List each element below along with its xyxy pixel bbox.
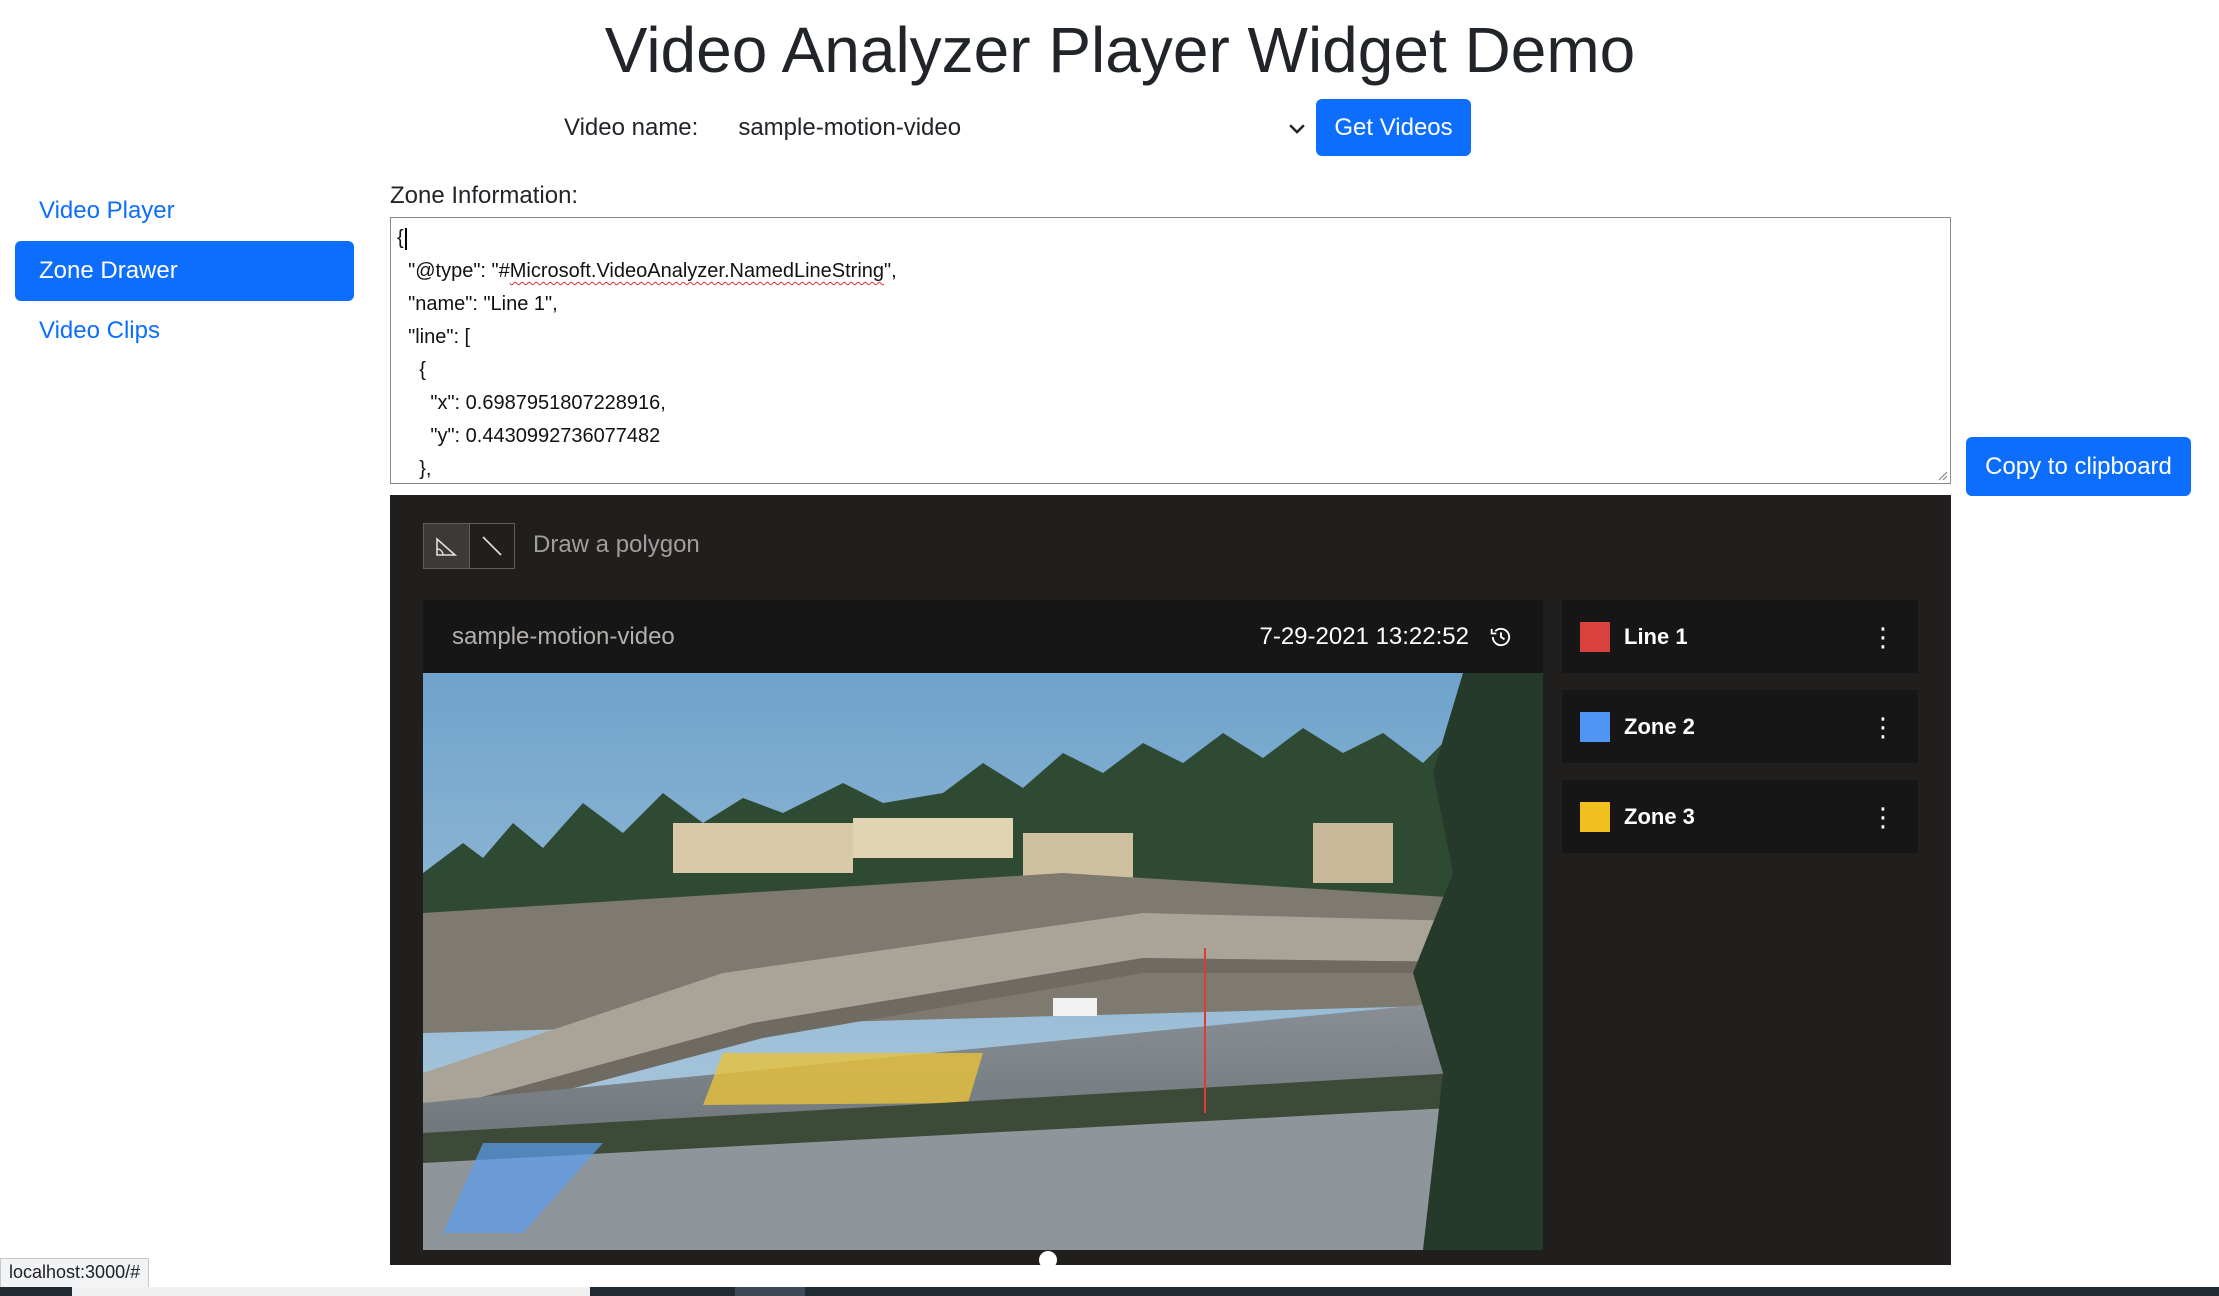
polygon-tool-icon — [436, 537, 458, 556]
player-timestamp-group: 7-29-2021 13:22:52 — [1259, 623, 1515, 651]
video-name-label: Video name: — [564, 113, 699, 141]
more-vertical-icon[interactable]: ⋮ — [1870, 714, 1896, 740]
taskbar-segment — [735, 1287, 805, 1296]
zone-information-label: Zone Information: — [390, 182, 579, 209]
more-vertical-icon[interactable]: ⋮ — [1870, 804, 1896, 830]
video-frame[interactable] — [423, 673, 1543, 1250]
player-header: sample-motion-video 7-29-2021 13:22:52 — [423, 600, 1543, 673]
zone-name: Line 1 — [1624, 623, 1688, 649]
line-tool-icon — [482, 536, 502, 556]
spellcheck-word: Microsoft.VideoAnalyzer.NamedLineString — [509, 260, 885, 282]
copy-to-clipboard-button[interactable]: Copy to clipboard — [1966, 437, 2191, 496]
zones-panel: Line 1 ⋮ Zone 2 ⋮ Zone 3 ⋮ — [1562, 600, 1918, 870]
json-line: { — [397, 359, 426, 381]
draw-hint-text: Draw a polygon — [533, 531, 700, 558]
json-line: "y": 0.4430992736077482 — [397, 425, 661, 447]
more-vertical-icon[interactable]: ⋮ — [1870, 624, 1896, 650]
zone-drawer-widget: Draw a polygon sample-motion-video 7-29-… — [390, 495, 1951, 1265]
nav-item-video-player[interactable]: Video Player — [15, 181, 354, 241]
json-line: }, — [397, 458, 432, 480]
json-line: { — [397, 222, 1944, 255]
taskbar-segment — [72, 1287, 590, 1296]
json-line: "@type": "#Microsoft.VideoAnalyzer.Named… — [397, 260, 897, 282]
video-name-selected-value: sample-motion-video — [738, 113, 962, 141]
zone-name: Zone 2 — [1624, 713, 1695, 739]
resize-grip-icon[interactable] — [1934, 467, 1948, 481]
video-name-select[interactable]: sample-motion-video — [738, 99, 1316, 156]
json-line: "line": [ — [397, 326, 471, 348]
chevron-down-icon — [1289, 123, 1306, 134]
json-line: "x": 0.6987951807228916, — [397, 392, 666, 414]
zone-color-swatch — [1580, 711, 1610, 742]
polygon-tool-button[interactable] — [424, 524, 469, 568]
zone-color-swatch — [1580, 801, 1610, 832]
browser-status-url: localhost:3000/# — [0, 1258, 150, 1288]
video-name-row: Video name: sample-motion-video — [564, 99, 1316, 156]
history-icon[interactable] — [1487, 623, 1515, 651]
player-timestamp: 7-29-2021 13:22:52 — [1259, 622, 1469, 650]
json-line: "name": "Line 1", — [397, 293, 558, 315]
page-title: Video Analyzer Player Widget Demo — [604, 14, 1636, 86]
nav-item-video-clips[interactable]: Video Clips — [15, 301, 354, 361]
zone-name: Zone 3 — [1624, 803, 1695, 829]
zone-color-swatch — [1580, 621, 1610, 652]
sidebar-nav: Video Player Zone Drawer Video Clips — [15, 181, 354, 361]
playback-scrub-handle[interactable] — [1039, 1251, 1057, 1269]
zone-information-textarea[interactable]: { "@type": "#Microsoft.VideoAnalyzer.Nam… — [390, 217, 1951, 484]
taskbar-strip — [0, 1287, 2219, 1296]
zone-item[interactable]: Zone 2 ⋮ — [1562, 690, 1918, 763]
zone-item[interactable]: Line 1 ⋮ — [1562, 600, 1918, 673]
zone-item[interactable]: Zone 3 ⋮ — [1562, 780, 1918, 853]
drawing-tool-group — [423, 523, 515, 569]
nav-item-zone-drawer[interactable]: Zone Drawer — [15, 241, 354, 301]
video-scene-image — [423, 673, 1543, 1250]
text-caret — [404, 227, 407, 250]
get-videos-button[interactable]: Get Videos — [1316, 99, 1471, 156]
video-player[interactable]: sample-motion-video 7-29-2021 13:22:52 — [423, 600, 1543, 1250]
player-video-title: sample-motion-video — [452, 622, 675, 650]
line-tool-button[interactable] — [470, 524, 515, 568]
